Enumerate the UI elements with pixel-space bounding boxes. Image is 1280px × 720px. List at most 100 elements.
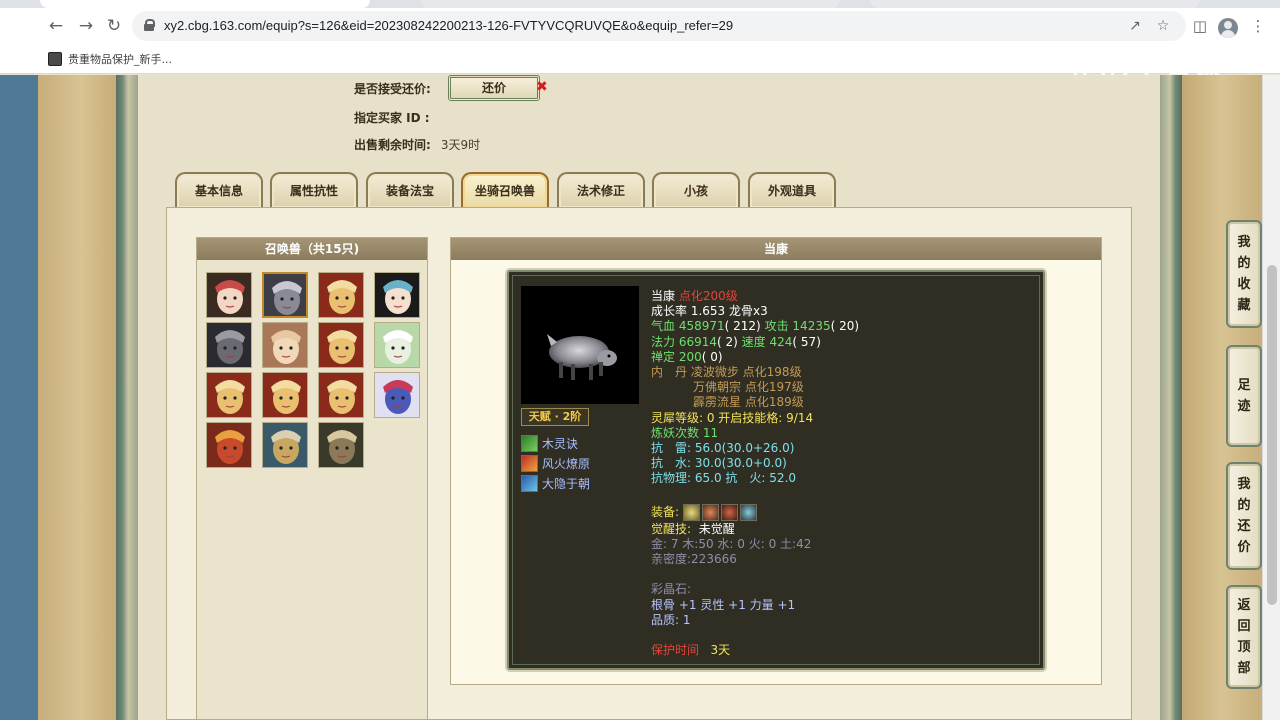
neidan-label: 内 丹 [651,364,688,379]
time-left-row: 出售剩余时间: 3天9时 [354,136,480,153]
summon-portrait[interactable] [318,272,364,318]
mp-spd-line: 法力 66914( 2) 速度 424( 57) [651,335,1031,350]
res-water-line: 抗 水: 30.0(30.0+0.0) [651,456,1031,471]
spd-label: 速度 [741,334,766,349]
summons-list-panel: 召唤兽（共15只) [196,237,428,720]
accept-counter-row: 是否接受还价: [354,80,431,97]
dz-value: 200 [678,349,702,364]
summon-portrait[interactable] [318,372,364,418]
summon-portrait-icon [375,373,419,417]
back-button[interactable]: ← [44,14,68,38]
browser-tab[interactable] [40,0,370,8]
browser-tab[interactable] [870,0,1200,8]
side-char: 还 [1237,519,1251,534]
summon-detail-header: 当康 [451,238,1101,260]
close-icon[interactable]: ✖ [536,79,548,95]
spd-points: ( 57) [792,334,821,349]
side-char: 收 [1237,277,1251,292]
my-counter-offers-button[interactable]: 我的还价 [1226,462,1262,570]
summon-portrait[interactable] [262,372,308,418]
accept-counter-label: 是否接受还价: [354,82,431,96]
reload-button[interactable]: ↻ [102,14,126,38]
my-favorites-button[interactable]: 我的收藏 [1226,220,1262,328]
pet-card: 天赋 · 2阶 木灵诀 风火燎原 大隐于朝 当康 点化200级 成长率 1.65… [507,270,1045,670]
address-bar[interactable]: xy2.cbg.163.com/equip?s=126&eid=20230824… [132,11,1186,41]
equip-slot-icon[interactable] [720,503,738,521]
counter-offer-button[interactable]: 还价 [448,75,540,101]
summon-portrait[interactable] [206,272,252,318]
res-phys-line: 抗物理: 65.0 抗 火: 52.0 [651,471,1031,486]
menu-kebab-icon[interactable]: ⋮ [1246,14,1270,38]
hp-atk-line: 气血 458971( 212) 攻击 14235( 20) [651,319,1031,334]
summon-portrait[interactable] [318,422,364,468]
atk-label: 攻击 [764,319,789,334]
res-thunder-label: 抗 雷: [651,440,692,455]
tab-children[interactable]: 小孩 [652,172,740,208]
back-to-top-button[interactable]: 返回顶部 [1226,585,1262,689]
tab-equipment[interactable]: 装备法宝 [366,172,454,208]
summon-portrait-icon [319,323,363,367]
scrollbar-thumb[interactable] [1267,265,1277,605]
star-icon[interactable]: ☆ [1154,17,1172,35]
forward-button[interactable]: → [74,14,98,38]
summon-portrait[interactable] [206,322,252,368]
protect-line: 保护时间 3天 [651,643,1031,658]
atk-points: ( 20) [830,319,860,334]
summon-portrait[interactable] [374,322,420,368]
pet-stats: 当康 点化200级 成长率 1.653 龙骨x3 气血 458971( 212)… [651,289,1031,658]
lingxi-line: 灵犀等级: 0 开启技能格: 9/14 [651,410,814,425]
equip-slot-icon[interactable] [701,503,719,521]
summon-portrait-icon [207,323,251,367]
bookmark-favicon-icon [48,52,62,66]
url-text[interactable]: xy2.cbg.163.com/equip?s=126&eid=20230824… [164,18,733,33]
hp-label: 气血 [651,319,676,334]
res-phys-label: 抗物理: [651,471,692,486]
protect-value: 3天 [710,643,731,658]
dz-label: 禅定 [651,349,676,364]
scrollbar[interactable] [1262,75,1280,720]
footprints-button[interactable]: 足迹 [1226,345,1262,447]
equip-slot-icon[interactable] [739,503,757,521]
summon-portrait[interactable] [262,422,308,468]
summon-portrait[interactable] [374,372,420,418]
browser-tab[interactable] [420,0,840,8]
side-panel-icon[interactable]: ◫ [1188,14,1212,38]
name-line: 当康 点化200级 [651,289,1031,304]
crystal-label: 彩晶石: [651,582,692,597]
tab-appearance[interactable]: 外观道具 [748,172,836,208]
left-inner-border [116,75,138,720]
summon-portrait[interactable] [206,372,252,418]
tab-strip [0,0,1280,8]
res-fire-label: 抗 火: [725,471,766,486]
share-icon[interactable]: ↗ [1126,17,1144,35]
skill-row[interactable]: 木灵诀 [521,434,578,452]
summon-portrait[interactable] [374,272,420,318]
neidan-line: 霹雳流星 点化189级 [651,395,1031,410]
tab-mounts-summons[interactable]: 坐骑召唤兽 [461,172,549,208]
equip-slot-icon[interactable] [682,503,700,521]
protect-label: 保护时间 [651,643,700,658]
skill-row[interactable]: 风火燎原 [521,454,590,472]
skill-row[interactable]: 大隐于朝 [521,474,590,492]
buyer-id-row: 指定买家 ID : [354,109,430,126]
neidan-item: 万佛朝宗 点化197级 [693,380,804,395]
summon-portrait-icon [319,273,363,317]
summon-portrait[interactable] [318,322,364,368]
side-char: 藏 [1237,298,1251,313]
summon-portrait[interactable] [262,272,308,318]
time-left-label: 出售剩余时间: [354,138,431,152]
summon-portrait[interactable] [262,322,308,368]
summon-portrait[interactable] [206,422,252,468]
hp-value: 458971 [678,319,725,334]
summon-portrait-icon [207,423,251,467]
res-thunder-line: 抗 雷: 56.0(30.0+26.0) [651,441,1031,456]
awaken-value: 未觉醒 [698,521,735,536]
profile-avatar[interactable] [1218,18,1238,38]
res-water-value: 30.0(30.0+0.0) [694,456,787,471]
awaken-line: 觉醒技: 未觉醒 [651,522,1031,537]
bookmark-item[interactable]: 贵重物品保护_新手... [48,50,172,68]
tab-attributes[interactable]: 属性抗性 [270,172,358,208]
tab-spell-mods[interactable]: 法术修正 [557,172,645,208]
side-char: 我 [1237,235,1251,250]
tab-basic-info[interactable]: 基本信息 [175,172,263,208]
